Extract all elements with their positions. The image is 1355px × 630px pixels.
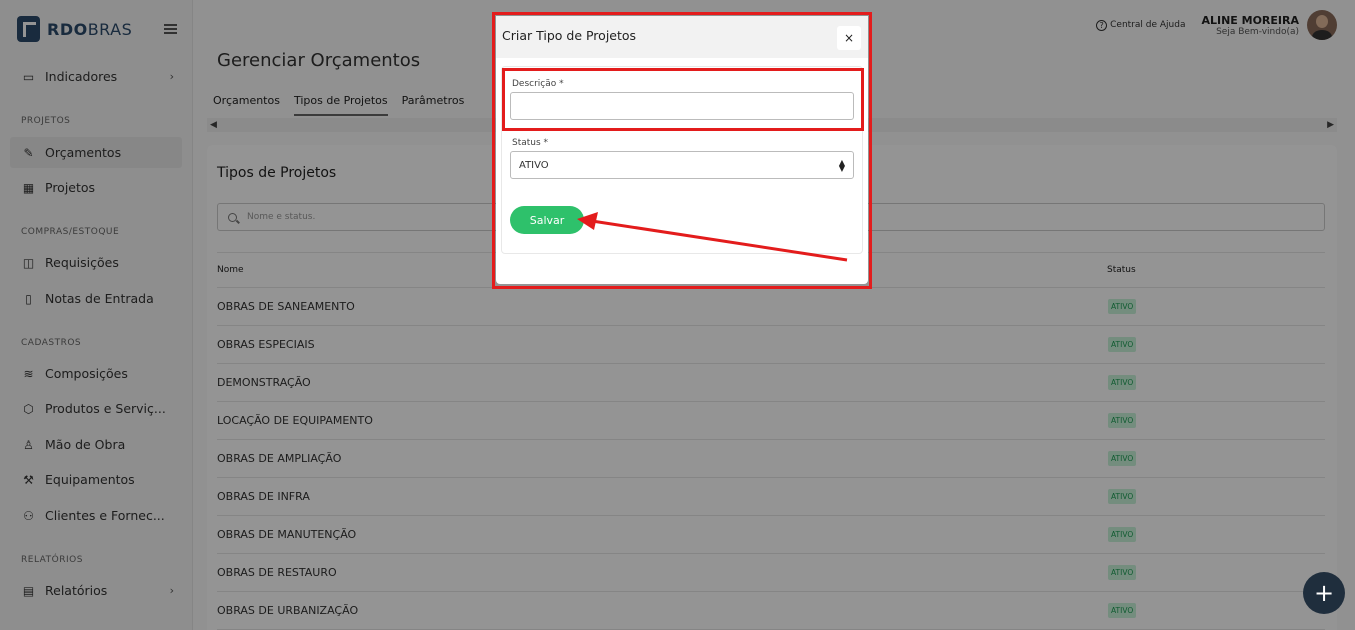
- annotation-arrow: [577, 212, 848, 262]
